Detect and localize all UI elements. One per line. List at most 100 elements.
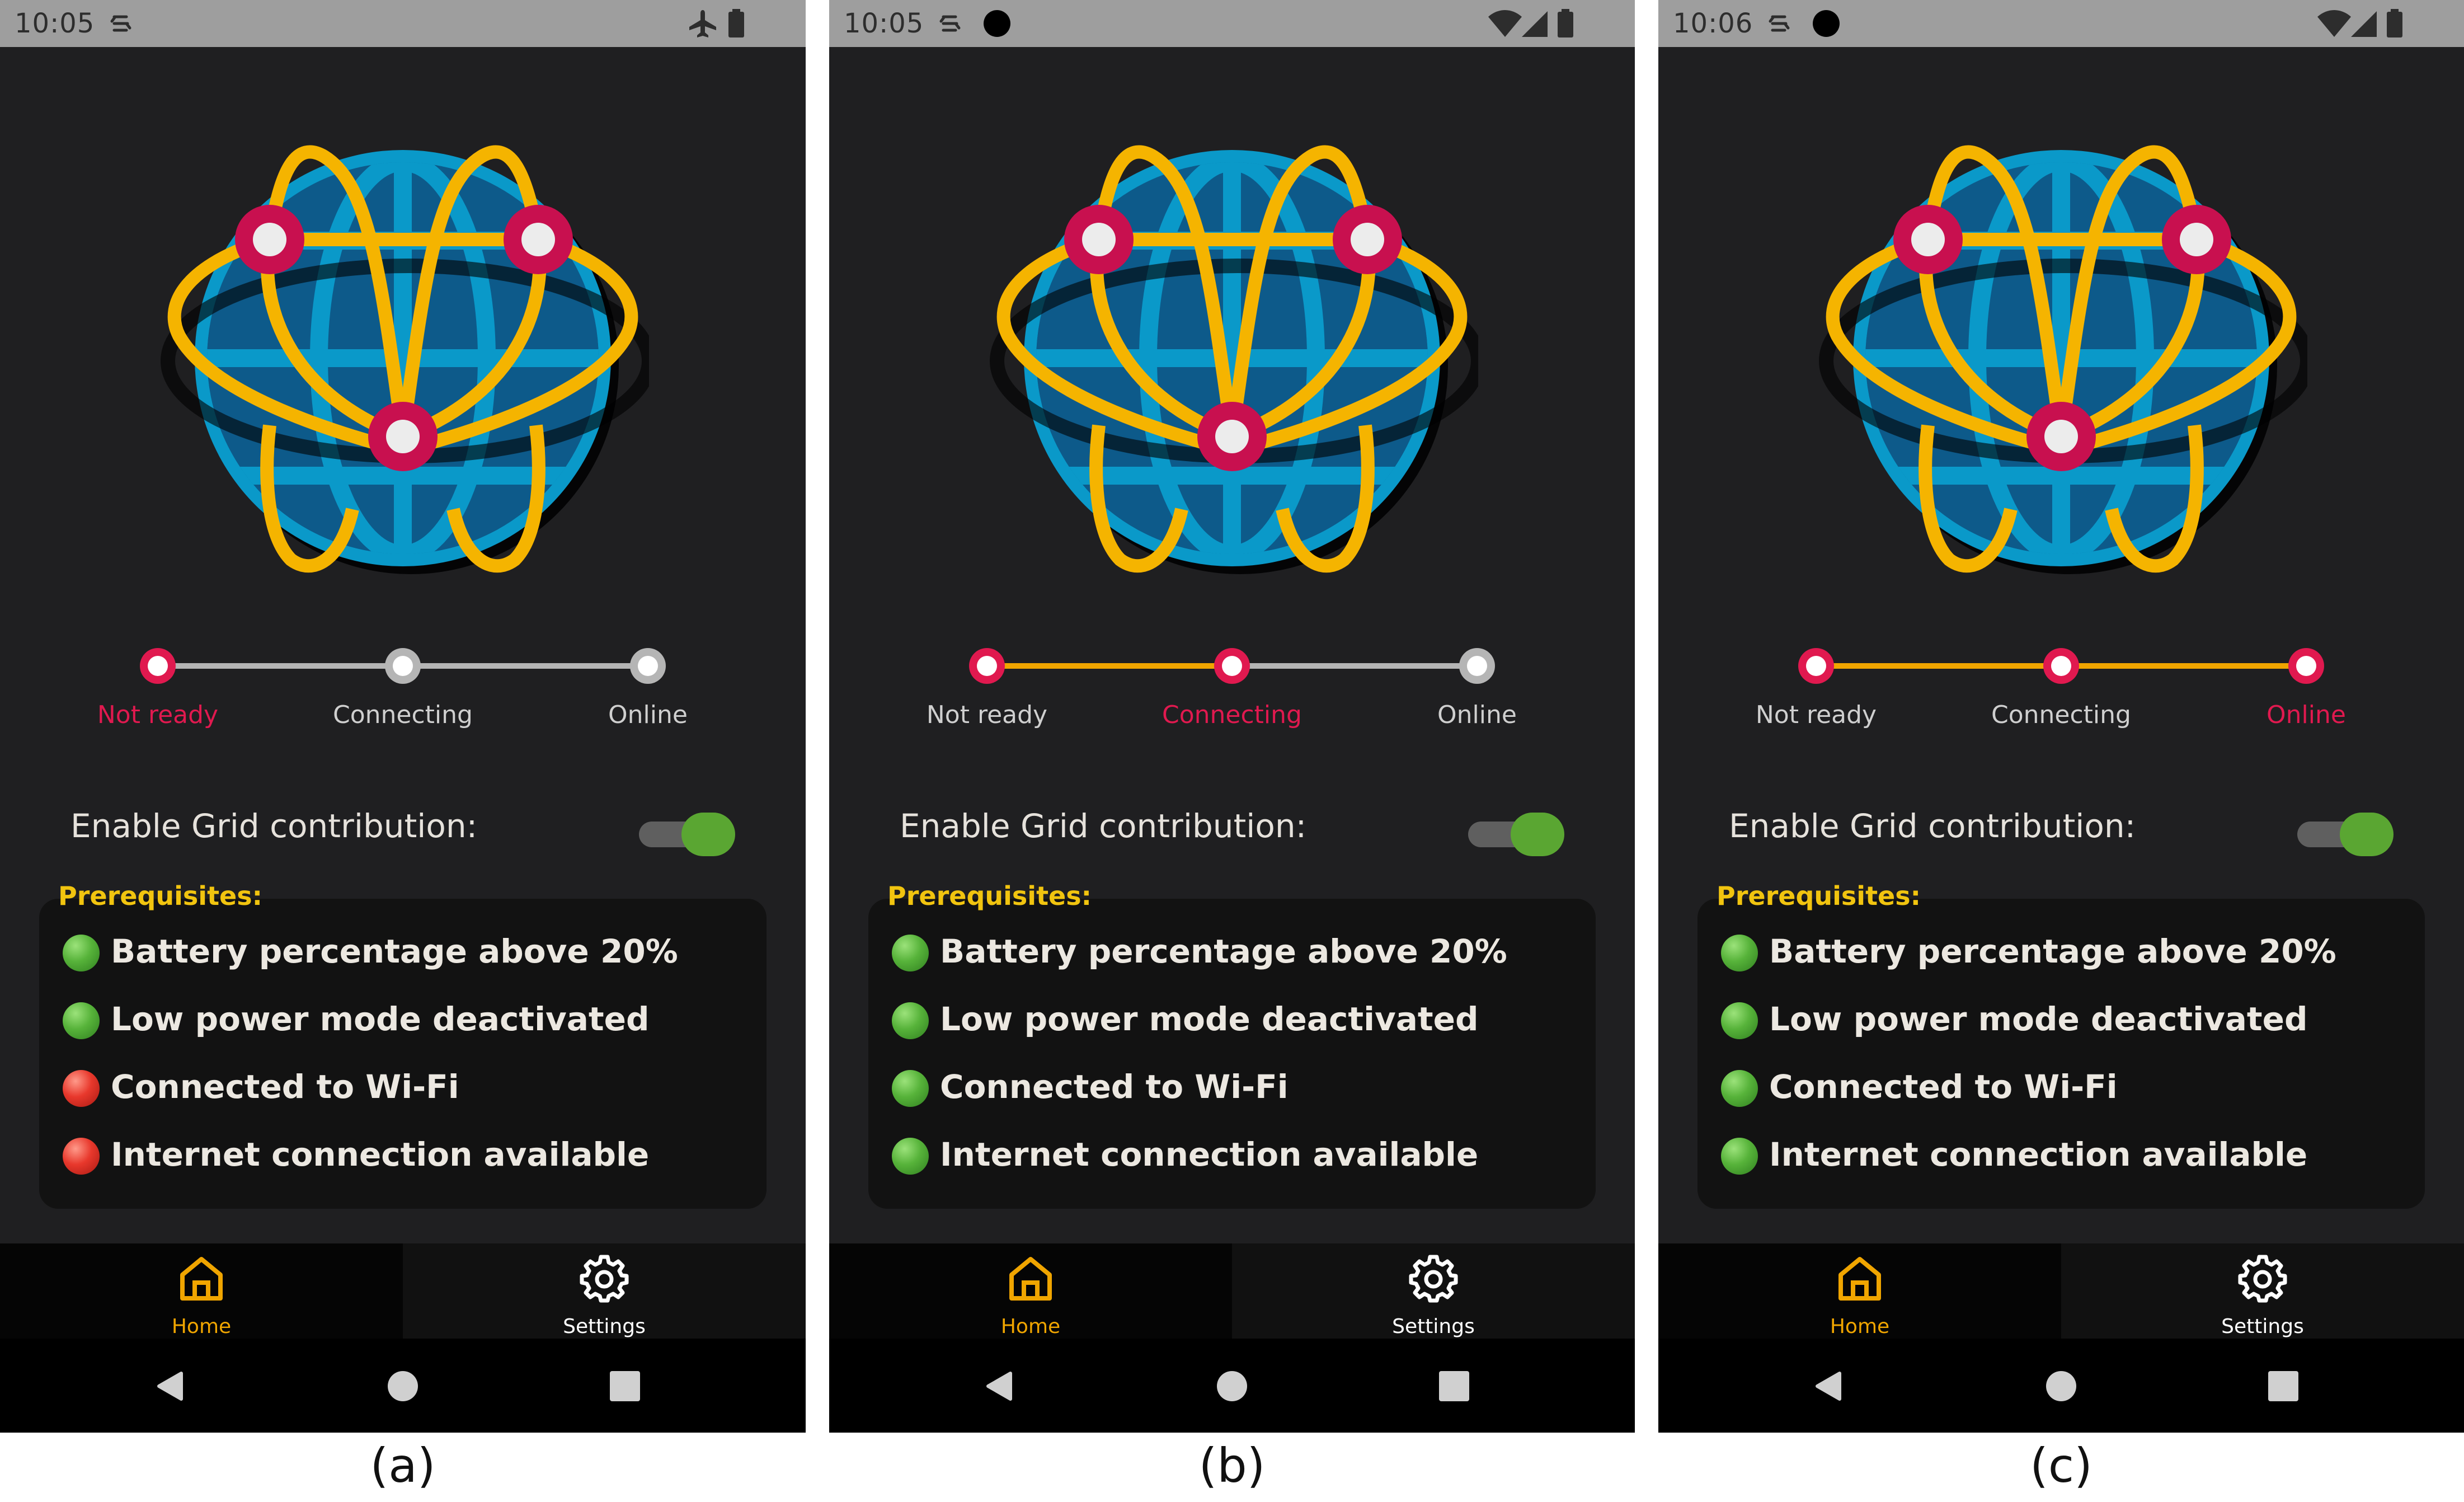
status-ok-icon [892, 1070, 929, 1107]
gear-icon [2238, 1255, 2287, 1303]
connection-stepper: Not ready Connecting Online [829, 638, 1635, 750]
nav-home[interactable]: Home [1658, 1243, 2061, 1339]
status-ok-icon [892, 1138, 929, 1175]
prerequisite-item: Battery percentage above 20% [1718, 927, 2417, 977]
back-button[interactable] [157, 1372, 183, 1401]
nav-home-label: Home [171, 1315, 232, 1338]
status-ok-icon [1721, 1002, 1758, 1039]
home-button[interactable] [2046, 1371, 2076, 1401]
prerequisite-item: Internet connection available [59, 1130, 759, 1180]
gear-icon [1409, 1255, 1458, 1303]
connection-stepper: Not ready Connecting Online [0, 638, 806, 750]
status-time: 10:05 [15, 8, 95, 39]
stepper-node-connecting [1214, 648, 1250, 684]
status-ok-icon [1721, 1070, 1758, 1107]
step-label-connecting: Connecting [1991, 701, 2131, 729]
stepper-track [140, 648, 666, 684]
prerequisite-text: Connected to Wi-Fi [1769, 1068, 2118, 1106]
enable-grid-label: Enable Grid contribution: [70, 807, 478, 845]
prerequisite-item: Battery percentage above 20% [888, 927, 1588, 977]
phone-screen-2: 10:05 Not ready Connecting Online Enable… [829, 0, 1635, 1433]
system-navigation-bar [829, 1339, 1635, 1433]
nav-home[interactable]: Home [829, 1243, 1232, 1339]
recents-button[interactable] [2268, 1371, 2298, 1401]
bottom-navigation: Home Settings [0, 1243, 806, 1339]
step-label-not-ready: Not ready [97, 701, 219, 729]
stepper-node-connecting [2043, 648, 2079, 684]
prerequisite-text: Battery percentage above 20% [1769, 932, 2336, 970]
prerequisite-text: Internet connection available [940, 1135, 1479, 1174]
nav-settings[interactable]: Settings [403, 1243, 806, 1339]
status-time: 10:05 [844, 8, 924, 39]
stepper-node-connecting [385, 648, 421, 684]
enable-grid-toggle[interactable] [1465, 810, 1565, 857]
nav-home[interactable]: Home [0, 1243, 403, 1339]
back-button[interactable] [986, 1372, 1012, 1401]
stepper-track [1798, 648, 2324, 684]
toggle-knob [681, 813, 735, 856]
nav-home-label: Home [1000, 1315, 1061, 1338]
step-label-online: Online [608, 701, 688, 729]
back-button[interactable] [1816, 1372, 1841, 1401]
prerequisite-text: Low power mode deactivated [111, 1000, 650, 1038]
step-label-connecting: Connecting [333, 701, 473, 729]
nav-settings[interactable]: Settings [1232, 1243, 1635, 1339]
status-fail-icon [63, 1138, 100, 1175]
grid-globe-logo [161, 145, 649, 574]
step-label-online: Online [1437, 701, 1517, 729]
home-icon [1838, 1257, 1881, 1301]
home-icon [1009, 1257, 1052, 1301]
stepper-node-not-ready [1798, 648, 1834, 684]
prerequisites-title: Prerequisites: [58, 881, 263, 911]
grid-globe-logo [990, 145, 1478, 574]
prerequisite-text: Battery percentage above 20% [940, 932, 1507, 970]
step-label-not-ready: Not ready [1755, 701, 1877, 729]
step-label-connecting: Connecting [1162, 701, 1302, 729]
nav-settings-label: Settings [2221, 1315, 2304, 1338]
gear-icon [580, 1255, 629, 1303]
toggle-knob [1511, 813, 1564, 856]
status-ok-icon [1721, 1138, 1758, 1175]
status-ok-icon [892, 935, 929, 971]
prerequisite-item: Low power mode deactivated [59, 994, 759, 1045]
home-button[interactable] [388, 1371, 418, 1401]
prerequisite-item: Low power mode deactivated [1718, 994, 2417, 1045]
enable-grid-toggle[interactable] [2294, 810, 2395, 857]
home-button[interactable] [1217, 1371, 1247, 1401]
system-navigation-bar [1658, 1339, 2464, 1433]
recents-button[interactable] [610, 1371, 640, 1401]
connection-stepper: Not ready Connecting Online [1658, 638, 2464, 750]
prerequisites-title: Prerequisites: [887, 881, 1092, 911]
prerequisite-item: Connected to Wi-Fi [59, 1062, 759, 1113]
phone-screen-3: 10:06 Not ready Connecting Online Enable… [1658, 0, 2464, 1433]
nav-settings[interactable]: Settings [2061, 1243, 2464, 1339]
prerequisite-text: Battery percentage above 20% [111, 932, 678, 970]
status-time: 10:06 [1673, 8, 1753, 39]
nav-home-label: Home [1830, 1315, 1890, 1338]
screen-caption: (a) [370, 1438, 436, 1493]
enable-grid-toggle[interactable] [636, 810, 736, 857]
enable-grid-label: Enable Grid contribution: [1729, 807, 2136, 845]
prerequisite-item: Internet connection available [1718, 1130, 2417, 1180]
prerequisites-title: Prerequisites: [1717, 881, 1921, 911]
screen-caption: (c) [2030, 1438, 2092, 1493]
grid-globe-logo [1819, 145, 2307, 574]
step-label-not-ready: Not ready [926, 701, 1048, 729]
prerequisite-text: Internet connection available [111, 1135, 650, 1174]
status-ok-icon [1721, 935, 1758, 971]
prerequisite-text: Connected to Wi-Fi [111, 1068, 459, 1106]
status-bar: 10:05 [829, 0, 1635, 47]
screen-caption: (b) [1198, 1438, 1266, 1493]
status-ok-icon [892, 1002, 929, 1039]
step-label-online: Online [2266, 701, 2346, 729]
home-icon [180, 1257, 223, 1301]
prerequisite-text: Low power mode deactivated [940, 1000, 1479, 1038]
status-fail-icon [63, 1070, 100, 1107]
recents-button[interactable] [1439, 1371, 1469, 1401]
toggle-knob [2340, 813, 2394, 856]
status-bar: 10:05 [0, 0, 806, 47]
prerequisite-item: Battery percentage above 20% [59, 927, 759, 977]
bottom-navigation: Home Settings [1658, 1243, 2464, 1339]
nav-settings-label: Settings [1392, 1315, 1475, 1338]
prerequisite-text: Connected to Wi-Fi [940, 1068, 1289, 1106]
